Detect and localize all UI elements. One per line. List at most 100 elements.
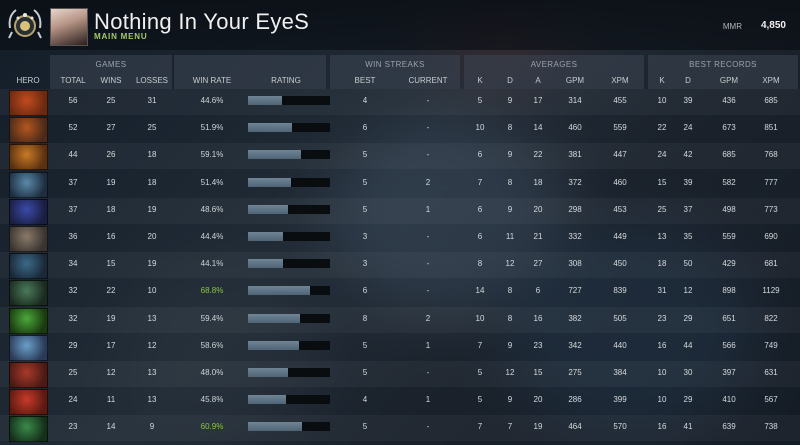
cell-d: 11 — [505, 232, 515, 241]
table-row[interactable]: 23 14 9 5 - 7 7 19 464 570 16 41 639 738 60.9% — [0, 415, 800, 443]
rating-bar — [248, 422, 330, 432]
col-avg-deaths[interactable]: D — [502, 76, 518, 85]
cell-d: 9 — [507, 340, 513, 350]
hero-icon-2[interactable] — [9, 117, 48, 144]
col-win-rate[interactable]: Win Rate — [186, 76, 238, 85]
col-avg-gpm[interactable]: GPM — [560, 76, 590, 85]
col-current-streak[interactable]: Current — [404, 76, 452, 85]
rating-bar — [248, 232, 330, 241]
hero-icon-7[interactable] — [9, 253, 48, 280]
rating-bar — [248, 368, 330, 377]
cell-gpm: 332 — [568, 232, 582, 241]
cell-k: 5 — [477, 96, 483, 105]
cell-bgpm: 673 — [722, 123, 736, 133]
cell-current: - — [426, 123, 430, 133]
col-avg-kills[interactable]: K — [472, 76, 488, 85]
cell-bk: 10 — [657, 395, 667, 405]
hero-icon-8[interactable] — [9, 280, 48, 307]
cell-current: - — [426, 96, 430, 105]
cell-k: 7 — [477, 177, 483, 187]
cell-bgpm: 410 — [722, 395, 736, 405]
cell-best: 5 — [362, 422, 368, 432]
cell-gpm: 727 — [568, 286, 582, 296]
cell-wins: 27 — [106, 123, 116, 133]
cell-total: 25 — [68, 368, 78, 377]
hero-icon-6[interactable] — [9, 226, 48, 252]
col-best-gpm[interactable]: GPM — [714, 76, 744, 85]
cell-gpm: 308 — [568, 259, 582, 269]
col-hero[interactable]: Hero — [8, 76, 48, 85]
cell-xpm: 453 — [613, 204, 627, 214]
cell-bgpm: 566 — [722, 340, 736, 350]
rating-bar-fill — [248, 286, 310, 296]
col-best-streak[interactable]: Best — [348, 76, 382, 85]
cell-current: - — [426, 150, 430, 160]
cell-wins: 19 — [106, 313, 116, 323]
cell-losses: 19 — [147, 259, 157, 269]
cell-best: 4 — [362, 395, 368, 405]
col-total[interactable]: Total — [56, 76, 90, 85]
cell-best: 5 — [362, 204, 368, 214]
cell-a: 22 — [533, 150, 543, 160]
cell-bk: 15 — [657, 177, 667, 187]
cell-xpm: 447 — [613, 150, 627, 160]
profile-header: Nothing In Your EyeS Main Menu MMR 4,850 — [0, 0, 800, 50]
cell-gpm: 464 — [568, 422, 582, 432]
hero-icon-12[interactable] — [9, 389, 48, 416]
cell-bxpm: 768 — [764, 150, 778, 160]
cell-gpm: 382 — [568, 313, 582, 323]
hero-icon-9[interactable] — [9, 307, 48, 334]
col-best-xpm[interactable]: XPM — [756, 76, 786, 85]
hero-icon-1[interactable] — [9, 90, 48, 116]
cell-bk: 13 — [657, 232, 667, 241]
col-wins[interactable]: Wins — [94, 76, 128, 85]
cell-wins: 19 — [106, 177, 116, 187]
table-row[interactable]: 36 16 20 3 - 6 11 21 332 449 13 35 559 690 44.4% — [0, 225, 800, 252]
table-row[interactable]: 25 12 13 5 - 5 12 15 275 384 10 30 397 631 48.0% — [0, 361, 800, 388]
cell-bxpm: 681 — [764, 259, 778, 269]
hero-icon-13[interactable] — [9, 416, 48, 443]
cell-current: - — [426, 422, 430, 432]
table-row[interactable]: 52 27 25 6 - 10 8 14 460 559 22 24 673 851 51.9% — [0, 116, 800, 144]
hero-icon-10[interactable] — [9, 334, 48, 361]
cell-k: 5 — [477, 395, 483, 405]
col-rating[interactable]: Rating — [256, 76, 316, 85]
table-row[interactable]: 29 17 12 5 1 7 9 23 342 440 16 44 566 749 58.6% — [0, 334, 800, 361]
avatar[interactable] — [50, 8, 88, 46]
cell-current: 2 — [425, 313, 431, 323]
table-row[interactable]: 32 19 13 8 2 10 8 16 382 505 23 29 651 822 59.4% — [0, 306, 800, 334]
cell-total: 36 — [68, 232, 78, 241]
main-menu-link[interactable]: Main Menu — [94, 32, 147, 41]
table-row[interactable]: 44 26 18 5 - 6 9 22 381 447 24 42 685 768 59.1% — [0, 143, 800, 171]
cell-bd: 50 — [683, 259, 693, 269]
hero-icon-5[interactable] — [9, 198, 48, 225]
hero-icon-11[interactable] — [9, 362, 48, 388]
col-avg-assists[interactable]: A — [530, 76, 546, 85]
hero-icon-4[interactable] — [9, 171, 48, 198]
rating-bar-fill — [248, 259, 283, 269]
table-row[interactable]: 34 15 19 3 - 8 12 27 308 450 18 50 429 681 44.1% — [0, 252, 800, 280]
table-row[interactable]: 32 22 10 6 - 14 8 6 727 839 31 12 898 1129 68.8% — [0, 279, 800, 307]
cell-bxpm: 567 — [764, 395, 778, 405]
col-best-kills[interactable]: K — [654, 76, 670, 85]
col-losses[interactable]: Losses — [132, 76, 172, 85]
col-best-deaths[interactable]: D — [680, 76, 696, 85]
cell-d: 9 — [507, 204, 513, 214]
rating-bar — [248, 96, 330, 105]
cell-best: 6 — [362, 286, 368, 296]
table-row[interactable]: 37 18 19 5 1 6 9 20 298 453 25 37 498 773 48.6% — [0, 197, 800, 225]
table-row[interactable]: 24 11 13 4 1 5 9 20 286 399 10 29 410 567 45.8% — [0, 388, 800, 416]
cell-bd: 39 — [683, 96, 693, 105]
cell-bd: 29 — [683, 395, 693, 405]
col-avg-xpm[interactable]: XPM — [605, 76, 635, 85]
cell-bk: 16 — [657, 340, 667, 350]
cell-k: 6 — [477, 204, 483, 214]
table-row[interactable]: 56 25 31 4-5 9 17 314 455 10 39 436 685 44.6% — [0, 89, 800, 116]
table-row[interactable]: 37 19 18 5 2 7 8 18 372 460 15 39 582 777 51.4% — [0, 171, 800, 198]
cell-d: 9 — [507, 150, 513, 160]
rating-bar-fill — [248, 96, 282, 105]
cell-a: 14 — [533, 123, 543, 133]
rating-bar-fill — [248, 340, 299, 350]
hero-icon-3[interactable] — [9, 144, 48, 171]
cell-xpm: 460 — [613, 177, 627, 187]
